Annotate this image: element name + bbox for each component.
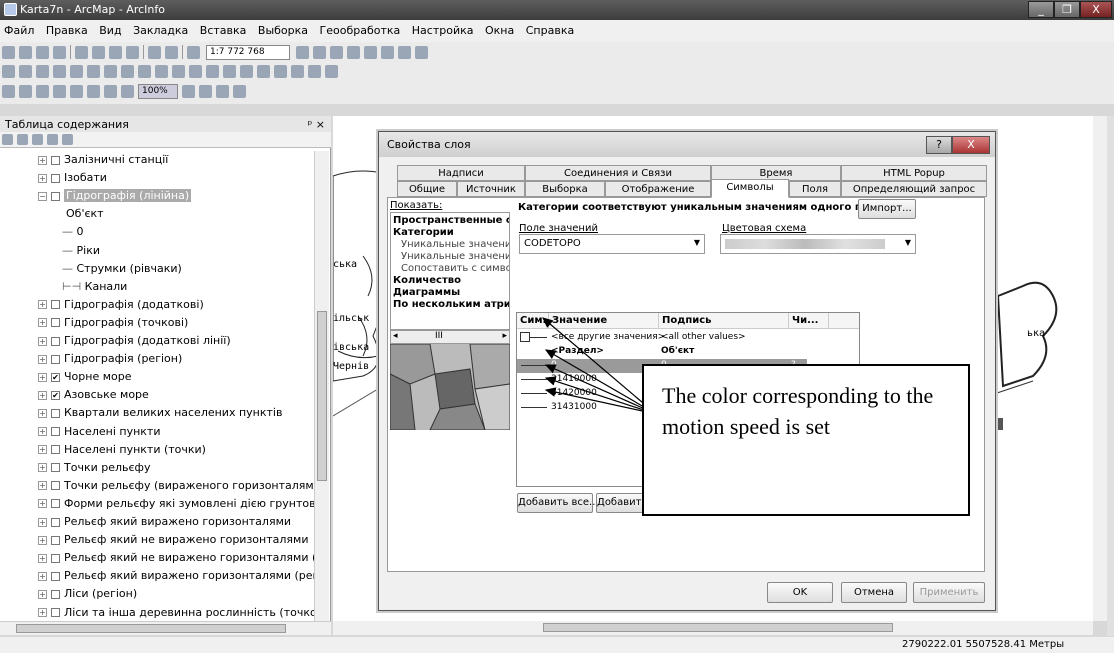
tab-symbology[interactable]: Символы (711, 179, 789, 198)
annotation-arrows (542, 317, 657, 415)
annotation-callout: The color corresponding to the motion sp… (642, 364, 970, 516)
